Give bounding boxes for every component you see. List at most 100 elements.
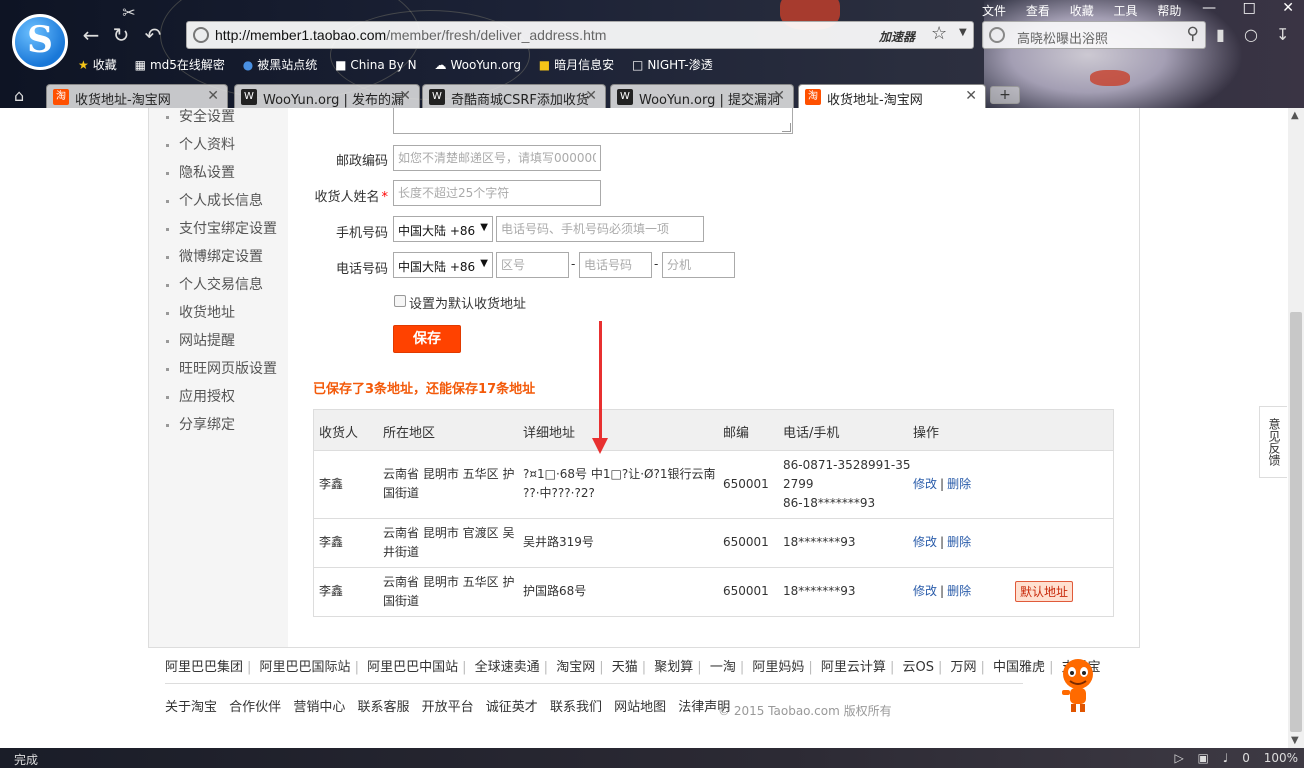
tab-wooyun-published[interactable]: W WooYun.org | 发布的漏 ✕ <box>234 84 420 108</box>
feedback-button[interactable]: 意见反馈 <box>1259 406 1287 478</box>
sidebar-item-app-auth[interactable]: 应用授权 <box>149 388 288 416</box>
footer-link[interactable]: 淘宝网 <box>556 660 595 675</box>
mobile-country-select[interactable]: 中国大陆 +86 ▼ <box>393 216 493 242</box>
footer-link[interactable]: 阿里巴巴集团 <box>165 660 243 675</box>
sidebar-item-trade[interactable]: 个人交易信息 <box>149 276 288 304</box>
footer-link[interactable]: 联系客服 <box>357 700 409 715</box>
footer-link[interactable]: 天猫 <box>612 660 638 675</box>
bookmark-hacked-sites[interactable]: ● 被黑站点统 <box>243 56 318 73</box>
footer-link[interactable]: 开放平台 <box>422 700 474 715</box>
menu-help[interactable]: 帮助 <box>1157 4 1181 18</box>
footer-link[interactable]: 聚划算 <box>654 660 693 675</box>
media-icon[interactable]: ▷ <box>1174 751 1183 765</box>
close-icon[interactable]: ✕ <box>1282 0 1294 16</box>
screenshot-icon[interactable]: ▣ <box>1198 751 1209 765</box>
url-text[interactable]: http://member1.taobao.com/member/fresh/d… <box>215 27 606 43</box>
footer-link[interactable]: 诚征英才 <box>486 700 538 715</box>
new-tab-button[interactable]: + <box>990 86 1020 104</box>
footer-link[interactable]: 营销中心 <box>293 700 345 715</box>
back-icon[interactable]: ← <box>78 22 104 48</box>
sidebar-item-address[interactable]: 收货地址 <box>149 304 288 332</box>
tab-taobao-address-1[interactable]: 淘 收货地址-淘宝网 ✕ <box>46 84 228 108</box>
mobile-input[interactable] <box>496 216 704 242</box>
bookmark-night[interactable]: □ NIGHT-渗透 <box>632 56 713 73</box>
street-address-textarea[interactable] <box>393 108 793 134</box>
edit-link[interactable]: 修改 <box>913 477 937 491</box>
footer-link[interactable]: 阿里巴巴国际站 <box>260 660 351 675</box>
page-info-icon[interactable] <box>193 27 209 43</box>
sidebar-item-reminder[interactable]: 网站提醒 <box>149 332 288 360</box>
vertical-scrollbar[interactable]: ▲ ▼ <box>1288 108 1304 748</box>
sidebar-item-growth[interactable]: 个人成长信息 <box>149 192 288 220</box>
search-text[interactable]: 高晓松曝出浴照 <box>1017 28 1108 47</box>
footer-link[interactable]: 万网 <box>951 660 977 675</box>
footer-link[interactable]: 网站地图 <box>614 700 666 715</box>
close-tab-icon[interactable]: ✕ <box>585 88 597 104</box>
bookmark-anyue[interactable]: ■ 暗月信息安 <box>539 56 614 73</box>
sidebar-item-profile[interactable]: 个人资料 <box>149 136 288 164</box>
edit-link[interactable]: 修改 <box>913 584 937 598</box>
menu-view[interactable]: 查看 <box>1026 4 1050 18</box>
scissors-icon[interactable]: ✂ <box>116 0 142 26</box>
maximize-icon[interactable]: □ <box>1243 0 1256 16</box>
close-tab-icon[interactable]: ✕ <box>399 88 411 104</box>
menu-file[interactable]: 文件 <box>982 4 1006 18</box>
sidebar-item-security[interactable]: 安全设置 <box>149 108 288 136</box>
download-icon[interactable]: ↧ <box>1276 25 1289 44</box>
tab-qiku-csrf[interactable]: W 奇酷商城CSRF添加收货 ✕ <box>422 84 606 108</box>
phone-country-select[interactable]: 中国大陆 +86 ▼ <box>393 252 493 278</box>
search-box[interactable]: 高晓松曝出浴照 ⚲ <box>982 21 1206 49</box>
zoom-level[interactable]: 100% <box>1264 751 1298 765</box>
footer-link[interactable]: 关于淘宝 <box>165 700 217 715</box>
sidebar-item-privacy[interactable]: 隐私设置 <box>149 164 288 192</box>
save-button[interactable]: 保存 <box>393 325 461 353</box>
footer-link[interactable]: 一淘 <box>710 660 736 675</box>
close-tab-icon[interactable]: ✕ <box>773 88 785 104</box>
menu-favorites[interactable]: 收藏 <box>1070 4 1094 18</box>
area-code-input[interactable] <box>496 252 569 278</box>
scrollbar-thumb[interactable] <box>1290 312 1302 732</box>
tab-taobao-address-active[interactable]: 淘 收货地址-淘宝网 ✕ <box>798 84 986 108</box>
search-icon[interactable]: ⚲ <box>1187 24 1199 44</box>
footer-link[interactable]: 全球速卖通 <box>475 660 540 675</box>
bookmark-wooyun[interactable]: ☁ WooYun.org <box>434 58 521 72</box>
sidebar-item-share[interactable]: 分享绑定 <box>149 416 288 444</box>
receiver-name-input[interactable] <box>393 180 601 206</box>
star-icon[interactable]: ☆ <box>931 23 947 44</box>
edit-link[interactable]: 修改 <box>913 535 937 549</box>
sidebar-item-alipay[interactable]: 支付宝绑定设置 <box>149 220 288 248</box>
footer-link[interactable]: 阿里巴巴中国站 <box>367 660 458 675</box>
undo-icon[interactable]: ↶ <box>140 22 166 48</box>
footer-link[interactable]: 云OS <box>902 660 934 675</box>
chevron-down-icon[interactable]: ▼ <box>959 27 967 38</box>
browser-logo[interactable]: S <box>12 14 68 70</box>
bookmark-china[interactable]: ■ China By N <box>335 58 417 72</box>
extension-input[interactable] <box>662 252 735 278</box>
accelerator-button[interactable]: 加速器 <box>879 28 915 45</box>
footer-link[interactable]: 阿里云计算 <box>821 660 886 675</box>
scroll-down-icon[interactable]: ▼ <box>1291 735 1299 746</box>
footer-link[interactable]: 合作伙伴 <box>229 700 281 715</box>
delete-link[interactable]: 删除 <box>947 584 971 598</box>
default-address-checkbox[interactable] <box>394 295 406 307</box>
menu-tools[interactable]: 工具 <box>1114 4 1138 18</box>
delete-link[interactable]: 删除 <box>947 477 971 491</box>
close-tab-icon[interactable]: ✕ <box>965 88 977 104</box>
footer-link[interactable]: 中国雅虎 <box>993 660 1045 675</box>
address-bar[interactable]: http://member1.taobao.com/member/fresh/d… <box>186 21 974 49</box>
sidebar-item-wangwang[interactable]: 旺旺网页版设置 <box>149 360 288 388</box>
bookmark-favorites[interactable]: ★ 收藏 <box>78 56 117 73</box>
bookmark-md5[interactable]: ▦ md5在线解密 <box>135 56 225 73</box>
minimize-icon[interactable]: — <box>1202 0 1216 16</box>
tab-wooyun-submit[interactable]: W WooYun.org | 提交漏洞 ✕ <box>610 84 794 108</box>
zip-input[interactable] <box>393 145 601 171</box>
download-counter[interactable]: 0 <box>1242 751 1250 765</box>
search-engine-icon[interactable] <box>989 27 1005 43</box>
delete-link[interactable]: 删除 <box>947 535 971 549</box>
home-icon[interactable]: ⌂ <box>14 86 24 105</box>
chat-icon[interactable]: ○ <box>1244 25 1258 44</box>
scroll-up-icon[interactable]: ▲ <box>1291 110 1299 121</box>
phone-number-input[interactable] <box>579 252 652 278</box>
volume-icon[interactable]: ♩ <box>1223 751 1229 765</box>
sidebar-item-weibo[interactable]: 微博绑定设置 <box>149 248 288 276</box>
